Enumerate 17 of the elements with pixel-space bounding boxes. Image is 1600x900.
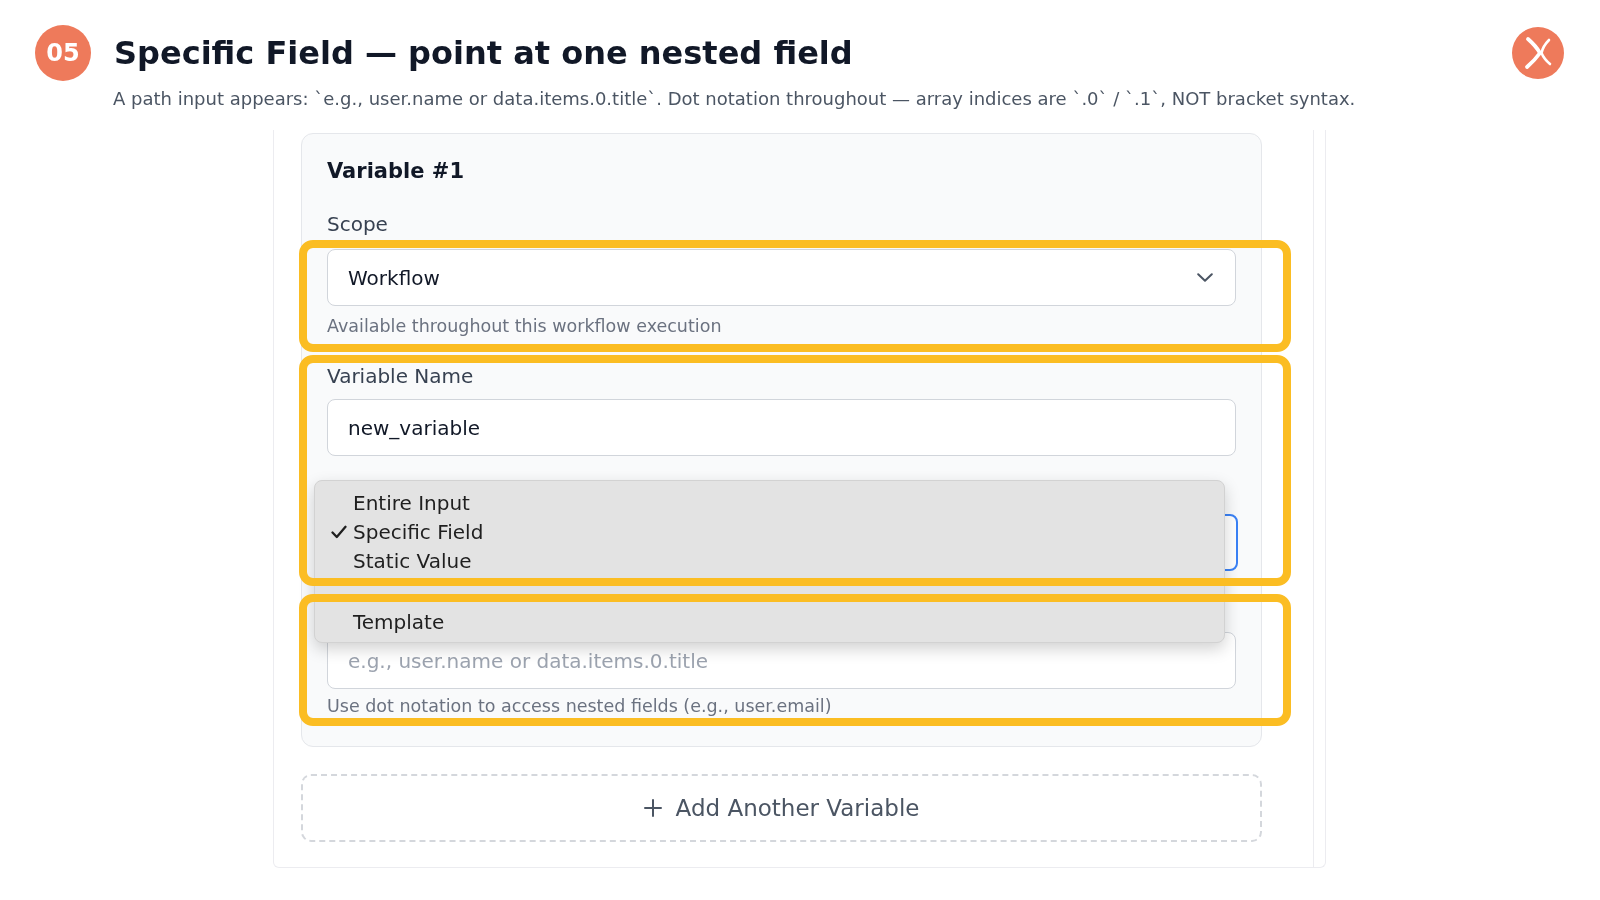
menu-item[interactable]: Entire Input <box>315 488 1224 517</box>
plus-icon <box>643 799 662 817</box>
field-label: Variable Name <box>327 364 474 388</box>
chevron-down-icon <box>1197 273 1213 282</box>
slide-title: Specific Field — point at one nested field <box>114 33 853 73</box>
menu-item[interactable]: Static Value <box>315 546 1224 575</box>
logo-icon <box>1512 27 1564 79</box>
field-hint: Use dot notation to access nested fields (e.g., user.email) <box>327 696 832 716</box>
menu-item[interactable]: Specific Field <box>315 517 1224 546</box>
step-badge: 05 <box>35 25 91 81</box>
slide-subtitle: A path input appears: `e.g., user.name or data.items.0.title`. Dot notation throughout — array indices are `.0` / `.1`, NOT bracket syntax. <box>113 88 1356 110</box>
scope-select[interactable]: Workflow <box>327 249 1236 306</box>
add-variable-button[interactable]: Add Another Variable <box>301 774 1262 842</box>
field-hint: Available throughout this workflow execution <box>327 316 722 336</box>
variable-name-input[interactable]: new_variable <box>327 399 1236 456</box>
field-label: Scope <box>327 212 388 236</box>
card-heading: Variable #1 <box>327 158 464 185</box>
